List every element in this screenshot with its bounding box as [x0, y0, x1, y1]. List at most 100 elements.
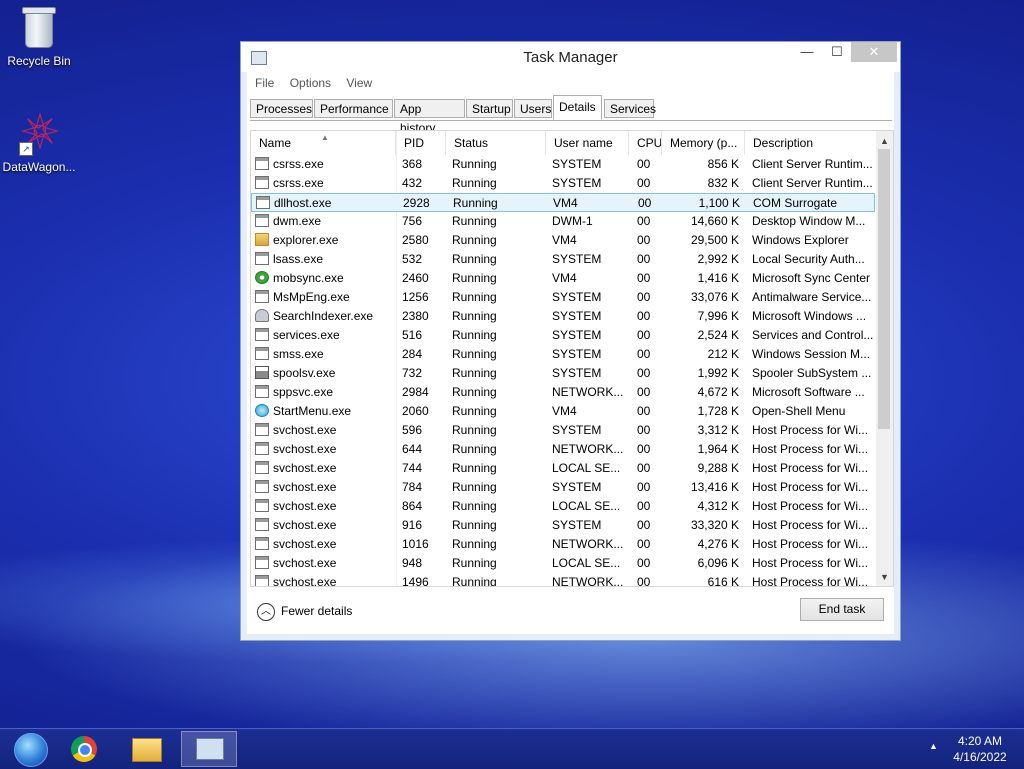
- column-header-pid[interactable]: PID: [396, 131, 446, 155]
- menu-file[interactable]: File: [249, 74, 280, 92]
- table-row[interactable]: StartMenu.exe 2060 Running VM4 00 1,728 K Open…: [251, 402, 875, 421]
- table-row[interactable]: explorer.exe 2580 Running VM4 00 29,500 K Wind…: [251, 231, 875, 250]
- table-row[interactable]: svchost.exe 948 Running LOCAL SE... 00 6,096 …: [251, 554, 875, 573]
- table-row[interactable]: csrss.exe 432 Running SYSTEM 00 832 K Client S…: [251, 174, 875, 193]
- cell-cpu: 00: [637, 328, 651, 342]
- tab-startup[interactable]: Startup: [466, 99, 513, 118]
- cell-status: Running: [452, 309, 497, 323]
- taskbar-clock[interactable]: 4:20 AM 4/16/2022: [948, 733, 1012, 765]
- taskbar-task-manager[interactable]: [181, 731, 237, 767]
- cell-mem: 33,076 K: [690, 290, 739, 304]
- show-hidden-icons-icon[interactable]: ▲: [929, 741, 938, 751]
- cell-user: SYSTEM: [552, 176, 602, 190]
- scroll-up-icon[interactable]: ▲: [876, 133, 893, 150]
- cell-mem: 4,276 K: [697, 537, 739, 551]
- table-row[interactable]: svchost.exe 644 Running NETWORK... 00 1,964 K…: [251, 440, 875, 459]
- scroll-thumb[interactable]: [878, 149, 890, 429]
- cell-user: SYSTEM: [552, 423, 602, 437]
- process-icon: [255, 347, 269, 360]
- desktop-icon-datawagon[interactable]: ↗ DataWagon...: [0, 112, 78, 174]
- table-row[interactable]: csrss.exe 368 Running SYSTEM 00 856 K Client S…: [251, 155, 875, 174]
- desktop-icon-recycle-bin[interactable]: Recycle Bin: [0, 6, 78, 68]
- column-header-name[interactable]: Name ▲: [251, 131, 396, 155]
- cell-user: NETWORK...: [552, 442, 624, 456]
- table-row[interactable]: lsass.exe 532 Running SYSTEM 00 2,992 K Local …: [251, 250, 875, 269]
- column-header-user-name[interactable]: User name: [546, 131, 629, 155]
- cell-pid: 948: [402, 556, 423, 570]
- tab-processes[interactable]: Processes: [250, 99, 313, 118]
- table-row[interactable]: spoolsv.exe 732 Running SYSTEM 00 1,992 K Spoo…: [251, 364, 875, 383]
- cell-status: Running: [452, 499, 497, 513]
- chevron-up-icon: ︿: [257, 602, 275, 621]
- cell-user: SYSTEM: [552, 328, 602, 342]
- cell-cpu: 00: [637, 385, 651, 399]
- cell-cpu: 00: [637, 537, 651, 551]
- task-manager-window: Task Manager — ☐ ✕ File Options View Pro…: [240, 41, 901, 641]
- vertical-scrollbar[interactable]: ▲ ▼: [876, 131, 893, 586]
- tab-details[interactable]: Details: [553, 95, 602, 120]
- cell-name: dllhost.exe: [274, 196, 332, 210]
- cell-cpu: 00: [637, 214, 651, 228]
- cell-status: Running: [452, 537, 497, 551]
- tab-users[interactable]: Users: [514, 99, 552, 118]
- process-icon: [255, 271, 269, 284]
- table-row[interactable]: svchost.exe 744 Running LOCAL SE... 00 9,288 …: [251, 459, 875, 478]
- table-row[interactable]: mobsync.exe 2460 Running VM4 00 1,416 K Micros…: [251, 269, 875, 288]
- tab-services[interactable]: Services: [604, 99, 656, 118]
- taskbar: ▲ 4:20 AM 4/16/2022: [0, 728, 1024, 769]
- cell-status: Running: [452, 176, 497, 190]
- table-row[interactable]: SearchIndexer.exe 2380 Running SYSTEM 00 7,99…: [251, 307, 875, 326]
- table-row[interactable]: svchost.exe 1016 Running NETWORK... 00 4,276 …: [251, 535, 875, 554]
- table-row[interactable]: dwm.exe 756 Running DWM-1 00 14,660 K Desktop …: [251, 212, 875, 231]
- menu-options[interactable]: Options: [284, 74, 337, 92]
- start-button[interactable]: [6, 731, 54, 767]
- menu-view[interactable]: View: [340, 74, 378, 92]
- taskbar-file-explorer[interactable]: [122, 731, 170, 767]
- title-bar[interactable]: Task Manager — ☐ ✕: [241, 42, 900, 72]
- table-row[interactable]: smss.exe 284 Running SYSTEM 00 212 K Windows S…: [251, 345, 875, 364]
- table-row[interactable]: services.exe 516 Running SYSTEM 00 2,524 K Ser…: [251, 326, 875, 345]
- column-header-description[interactable]: Description: [745, 131, 875, 155]
- tab-app-history[interactable]: App history: [394, 99, 465, 135]
- table-row[interactable]: MsMpEng.exe 1256 Running SYSTEM 00 33,076 K An…: [251, 288, 875, 307]
- table-header: Name ▲ PID Status User name CPU Memory (p…: [251, 131, 875, 155]
- cell-name: StartMenu.exe: [273, 404, 352, 418]
- cell-cpu: 00: [637, 176, 651, 190]
- table-row[interactable]: svchost.exe 1496 Running NETWORK... 00 616 K H…: [251, 573, 875, 587]
- cell-name: spoolsv.exe: [273, 366, 336, 380]
- task-manager-icon: [196, 738, 224, 760]
- process-icon: [255, 233, 269, 246]
- table-row[interactable]: svchost.exe 864 Running LOCAL SE... 00 4,312 …: [251, 497, 875, 516]
- minimize-button[interactable]: —: [791, 42, 823, 62]
- cell-mem: 2,992 K: [697, 252, 739, 266]
- tab-performance[interactable]: Performance: [314, 99, 393, 118]
- table-row[interactable]: svchost.exe 596 Running SYSTEM 00 3,312 K Host…: [251, 421, 875, 440]
- close-button[interactable]: ✕: [851, 42, 897, 62]
- cell-status: Running: [452, 575, 497, 587]
- cell-cpu: 00: [637, 575, 651, 587]
- maximize-button[interactable]: ☐: [821, 42, 853, 62]
- table-row[interactable]: svchost.exe 784 Running SYSTEM 00 13,416 K Hos…: [251, 478, 875, 497]
- cell-mem: 616 K: [707, 575, 739, 587]
- cell-user: SYSTEM: [552, 347, 602, 361]
- end-task-button[interactable]: End task: [800, 598, 884, 621]
- cell-status: Running: [452, 214, 497, 228]
- process-icon: [255, 461, 269, 474]
- column-header-cpu[interactable]: CPU: [629, 131, 662, 155]
- column-header-status[interactable]: Status: [446, 131, 546, 155]
- cell-pid: 532: [402, 252, 423, 266]
- scroll-down-icon[interactable]: ▼: [876, 569, 893, 586]
- cell-cpu: 00: [637, 480, 651, 494]
- cell-name: svchost.exe: [273, 442, 337, 456]
- column-header-memory[interactable]: Memory (p...: [662, 131, 745, 155]
- cell-pid: 784: [402, 480, 423, 494]
- table-row[interactable]: dllhost.exe 2928 Running VM4 00 1,100 K COM Su…: [251, 193, 875, 212]
- cell-status: Running: [452, 556, 497, 570]
- cell-mem: 4,312 K: [697, 499, 739, 513]
- table-row[interactable]: sppsvc.exe 2984 Running NETWORK... 00 4,672 K…: [251, 383, 875, 402]
- fewer-details-toggle[interactable]: ︿ Fewer details: [257, 600, 352, 622]
- table-row[interactable]: svchost.exe 916 Running SYSTEM 00 33,320 K Hos…: [251, 516, 875, 535]
- taskbar-chrome[interactable]: [60, 731, 108, 767]
- desktop-icon-label: DataWagon...: [2, 160, 76, 174]
- cell-desc: Host Process for Wi...: [752, 461, 869, 475]
